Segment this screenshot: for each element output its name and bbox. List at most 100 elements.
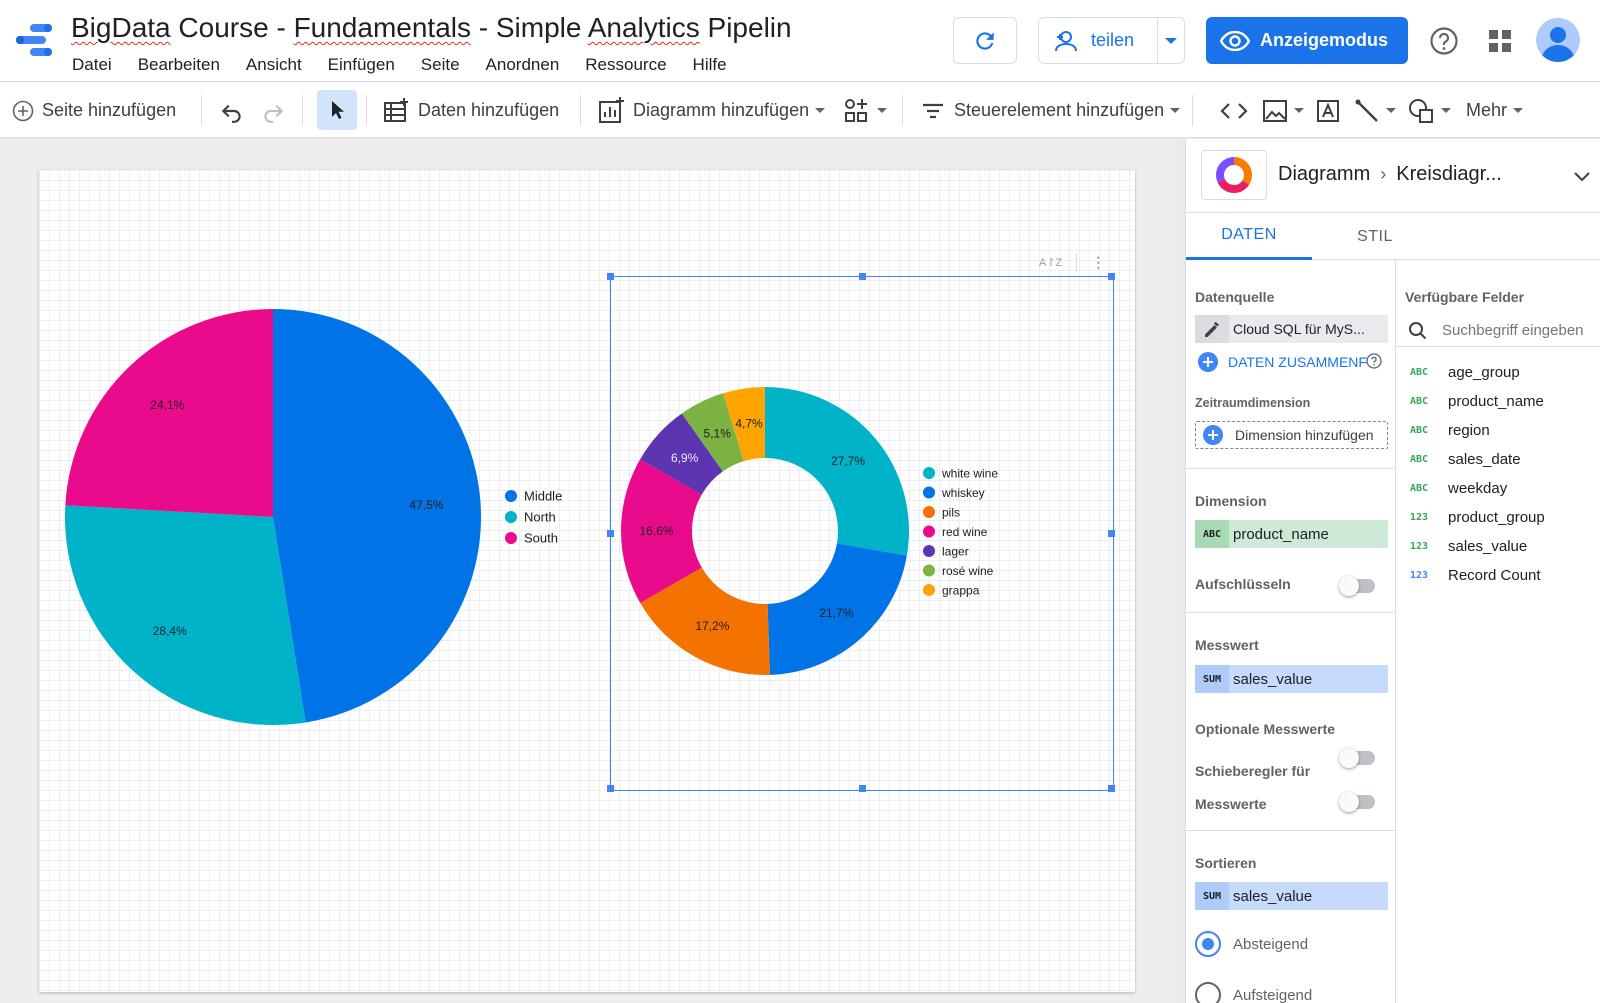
pie-slice-Middle[interactable] [273,309,481,723]
add-line-button[interactable] [1354,83,1396,138]
toolbar-divider [201,95,202,126]
tab-stil[interactable]: STIL [1312,213,1438,260]
legend-item-rosé-wine[interactable]: rosé wine [942,564,994,578]
menu-ressource[interactable]: Ressource [585,55,666,75]
caret-down-icon [1441,108,1451,113]
dimension-label: Dimension [1195,493,1267,509]
field-type-tag: ABC [1410,395,1429,407]
chart-actions-divider [1076,253,1078,271]
legend-item-red-wine[interactable]: red wine [942,525,988,539]
add-image-button[interactable] [1262,83,1304,138]
chevron-down-icon[interactable] [1571,165,1593,187]
undo-button[interactable] [219,83,245,138]
sort-ascending-radio[interactable] [1195,982,1221,1003]
shapes-icon [1409,98,1433,123]
chart-type-picker[interactable] [1201,150,1267,200]
legend-swatch [923,584,935,596]
account-avatar[interactable] [1536,18,1580,62]
dimension-chip[interactable]: ABC product_name [1195,520,1388,548]
add-person-icon [1055,30,1077,51]
more-vert-icon[interactable]: ⋮ [1091,254,1105,271]
field-item-weekday[interactable]: ABC weekday [1410,478,1507,498]
redo-button[interactable] [260,83,286,138]
share-main-button[interactable]: teilen [1039,18,1159,63]
add-control-button[interactable]: Steuerelement hinzufügen [920,83,1181,138]
menu-datei[interactable]: Datei [72,55,112,75]
add-page-button[interactable]: Seite hinzufügen [12,83,176,138]
field-item-product_name[interactable]: ABC product_name [1410,391,1544,411]
legend-item-white-wine[interactable]: white wine [941,467,998,481]
sort-descending-radio[interactable] [1195,931,1221,957]
share-button[interactable]: teilen [1038,17,1185,64]
legend-item-Middle[interactable]: Middle [524,489,562,504]
metric-slider-label: Schieberegler für [1195,763,1311,779]
field-search-input[interactable] [1442,322,1592,339]
add-data-button[interactable]: Daten hinzufügen [382,83,559,138]
menu-bearbeiten[interactable]: Bearbeiten [138,55,220,75]
pie-slice-North[interactable] [64,505,306,725]
redo-icon [264,104,284,123]
field-item-product_group[interactable]: 123 product_group [1410,507,1545,527]
view-mode-button[interactable]: Anzeigemodus [1206,17,1408,64]
report-page[interactable]: 47,5% 28,4% 24,1% Middle North South 27,7% 21,7… [39,170,1135,992]
undo-icon [221,104,241,123]
datasource-chip[interactable]: Cloud SQL für MyS... [1195,315,1388,343]
dimension-type-tag: ABC [1195,520,1229,548]
metric-chip[interactable]: SUM sales_value [1195,665,1388,693]
add-shape-button[interactable] [1407,83,1451,138]
legend-item-whiskey[interactable]: whiskey [941,486,985,500]
field-item-sales_value[interactable]: 123 sales_value [1410,536,1527,556]
legend-swatch [923,525,935,538]
field-item-age_group[interactable]: ABC age_group [1410,362,1520,382]
help-icon[interactable] [1366,353,1382,369]
metric-slider-toggle[interactable] [1339,792,1375,812]
field-item-region[interactable]: ABC region [1410,420,1490,440]
field-item-record-count[interactable]: 123 Record Count [1410,565,1541,585]
help-icon[interactable] [1429,26,1459,56]
drilldown-label: Aufschlüsseln [1195,576,1291,592]
sort-chip[interactable]: SUM sales_value [1195,882,1388,910]
data-studio-logo-icon[interactable] [12,18,56,62]
menu-einfuegen[interactable]: Einfügen [328,55,395,75]
add-dimension-button[interactable]: Dimension hinzufügen [1195,421,1388,449]
blend-data-label: DATEN ZUSAMMENFÜ [1228,354,1378,370]
field-type-tag: 123 [1410,511,1429,523]
field-item-sales_date[interactable]: ABC sales_date [1410,449,1521,469]
add-data-icon [384,97,408,122]
legend-item-lager[interactable]: lager [942,545,969,559]
legend-item-North[interactable]: North [524,510,556,525]
menu-seite[interactable]: Seite [421,55,460,75]
legend-item-grappa[interactable]: grappa [942,584,980,598]
pie-slice-white-wine[interactable] [765,387,910,556]
image-icon [1263,99,1287,122]
legend-item-South[interactable]: South [524,531,558,546]
refresh-button[interactable] [953,17,1017,64]
crumb-root[interactable]: Diagramm [1278,163,1370,186]
drilldown-toggle[interactable] [1339,576,1375,596]
legend-item-pils[interactable]: pils [942,506,960,520]
add-chart-button[interactable]: Diagramm hinzufügen [597,83,826,138]
pie-slice-South[interactable] [65,309,273,517]
legend-swatch [923,486,935,499]
shapes-add-icon [845,98,867,122]
sort-az-icon[interactable]: A↾Z [1039,256,1062,269]
tab-daten[interactable]: DATEN [1186,213,1312,260]
menu-ansicht[interactable]: Ansicht [246,55,302,75]
menu-hilfe[interactable]: Hilfe [693,55,727,75]
menu-anordnen[interactable]: Anordnen [486,55,560,75]
pencil-icon[interactable] [1195,315,1229,343]
crumb-leaf: Kreisdiagr... [1396,163,1502,185]
select-tool-button[interactable] [317,90,357,130]
community-viz-button[interactable] [843,83,887,138]
caret-down-icon [1294,108,1304,113]
optional-metrics-toggle[interactable] [1339,748,1375,768]
document-title[interactable]: BigData Course - Fundamentals - Simple A… [71,12,792,44]
add-text-button[interactable] [1315,83,1341,138]
panel-resize-gutter[interactable] [1175,139,1185,1003]
share-dropdown-button[interactable] [1158,37,1184,44]
embed-url-button[interactable] [1220,83,1248,138]
more-button[interactable]: Mehr [1466,83,1524,138]
legend-swatch [505,532,517,544]
apps-grid-icon[interactable] [1487,28,1513,54]
blend-data-button[interactable]: DATEN ZUSAMMENFÜ [1198,352,1394,372]
